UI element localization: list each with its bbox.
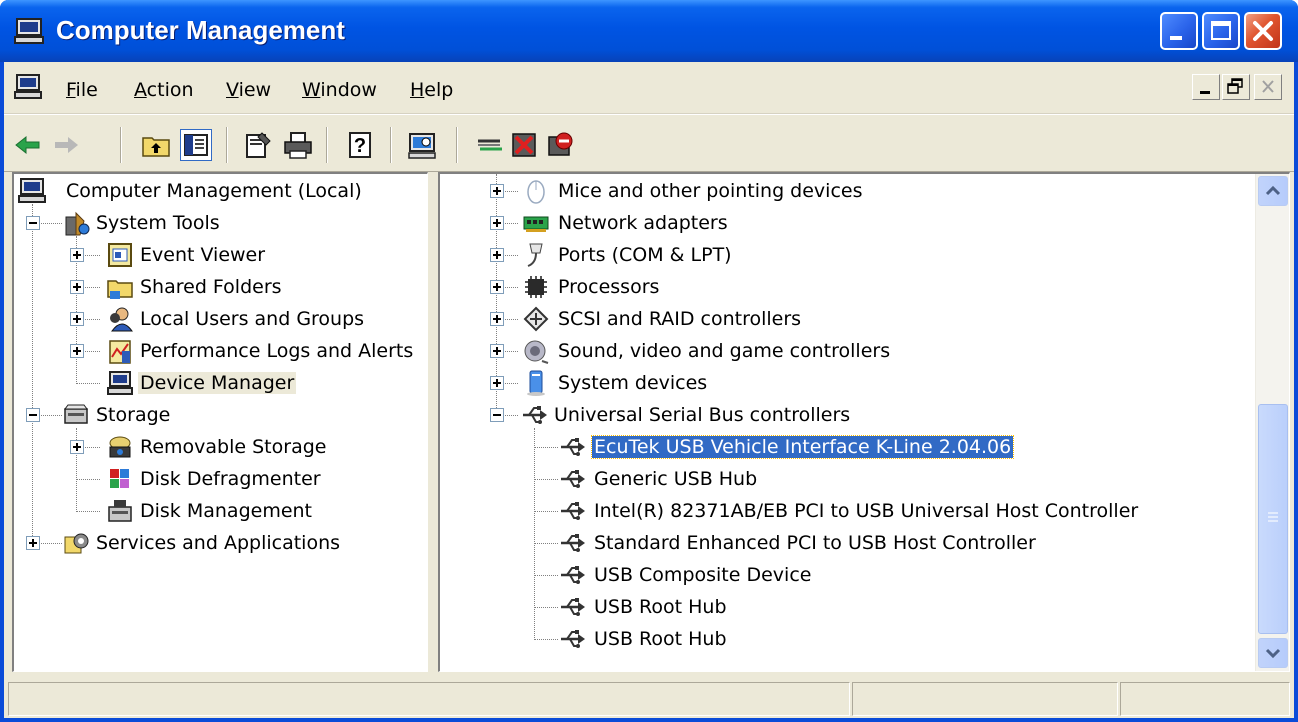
usb-icon	[558, 465, 586, 493]
storage-icon	[62, 401, 90, 429]
speaker-icon	[522, 337, 550, 365]
status-panel-right	[1120, 682, 1290, 716]
minimize-button[interactable]	[1160, 12, 1198, 50]
mouse-icon	[522, 177, 550, 205]
uninstall-icon[interactable]	[508, 129, 540, 161]
console-tree-pane[interactable]: Computer Management (Local) System Tools…	[12, 172, 428, 672]
maximize-button[interactable]	[1202, 12, 1240, 50]
expand-toggle[interactable]	[70, 280, 84, 294]
properties-icon[interactable]	[242, 129, 274, 161]
back-arrow-icon[interactable]	[12, 129, 44, 161]
menu-bar: File Action View Window Help	[4, 62, 1294, 114]
scan-hardware-icon[interactable]	[406, 129, 438, 161]
expand-toggle[interactable]	[26, 536, 40, 550]
child-minimize-button[interactable]	[1192, 74, 1220, 100]
expand-toggle[interactable]	[70, 312, 84, 326]
print-icon[interactable]	[282, 129, 314, 161]
update-driver-icon[interactable]	[474, 129, 506, 161]
services-icon	[62, 529, 90, 557]
processor-icon	[522, 273, 550, 301]
usb-icon	[558, 433, 586, 461]
usb-icon	[558, 593, 586, 621]
expand-toggle[interactable]	[490, 184, 504, 198]
expand-toggle[interactable]	[490, 216, 504, 230]
system-device-icon	[522, 369, 550, 397]
disk-management-icon	[106, 497, 134, 525]
status-bar	[4, 678, 1294, 718]
menu-file[interactable]: File	[66, 79, 98, 101]
status-panel-main	[8, 682, 850, 716]
event-viewer-icon	[106, 241, 134, 269]
expand-toggle[interactable]	[490, 376, 504, 390]
expand-toggle[interactable]	[70, 344, 84, 358]
removable-storage-icon	[106, 433, 134, 461]
shared-folder-icon	[106, 273, 134, 301]
menu-window[interactable]: Window	[302, 79, 377, 101]
expand-toggle[interactable]	[490, 280, 504, 294]
network-adapter-icon	[522, 209, 550, 237]
expand-toggle[interactable]	[490, 344, 504, 358]
expand-toggle[interactable]	[490, 312, 504, 326]
collapse-toggle[interactable]	[26, 408, 40, 422]
window-title: Computer Management	[56, 15, 345, 45]
usb-icon	[558, 497, 586, 525]
device-manager-icon	[106, 369, 134, 397]
usb-icon	[520, 401, 548, 429]
device-list-pane[interactable]: Mice and other pointing devices Network …	[438, 172, 1290, 672]
toolbar: ?	[4, 114, 1294, 172]
title-bar[interactable]: Computer Management	[0, 0, 1298, 62]
child-restore-button[interactable]	[1222, 74, 1250, 100]
users-icon	[106, 305, 134, 333]
collapse-toggle[interactable]	[26, 216, 40, 230]
help-icon[interactable]: ?	[344, 129, 376, 161]
usb-icon	[558, 529, 586, 557]
menu-view[interactable]: View	[226, 79, 271, 101]
computer-management-icon[interactable]	[14, 18, 44, 49]
scroll-thumb[interactable]	[1258, 404, 1288, 634]
forward-arrow-icon[interactable]	[50, 129, 82, 161]
expand-toggle[interactable]	[490, 248, 504, 262]
up-folder-icon[interactable]	[140, 129, 172, 161]
computer-management-window: Computer Management File Action View Win…	[0, 0, 1298, 722]
system-menu-icon[interactable]	[14, 74, 42, 105]
svg-text:?: ?	[354, 135, 366, 157]
usb-icon	[558, 625, 586, 653]
show-hide-tree-icon[interactable]	[180, 129, 212, 161]
collapse-toggle[interactable]	[490, 408, 504, 422]
port-icon	[522, 241, 550, 269]
status-panel-middle	[852, 682, 1118, 716]
expand-toggle[interactable]	[70, 248, 84, 262]
scroll-down-button[interactable]	[1258, 638, 1288, 668]
child-close-button[interactable]	[1254, 74, 1282, 100]
scsi-icon	[522, 305, 550, 333]
expand-toggle[interactable]	[70, 440, 84, 454]
usb-icon	[558, 561, 586, 589]
menu-help[interactable]: Help	[410, 79, 453, 101]
disable-icon[interactable]	[544, 129, 576, 161]
system-tools-icon	[62, 209, 90, 237]
performance-logs-icon	[106, 337, 134, 365]
vertical-scrollbar[interactable]	[1255, 174, 1289, 671]
menu-action[interactable]: Action	[134, 79, 194, 101]
disk-defragmenter-icon	[106, 465, 134, 493]
computer-icon	[18, 177, 46, 205]
close-button[interactable]	[1244, 12, 1282, 50]
scroll-up-button[interactable]	[1258, 176, 1288, 206]
